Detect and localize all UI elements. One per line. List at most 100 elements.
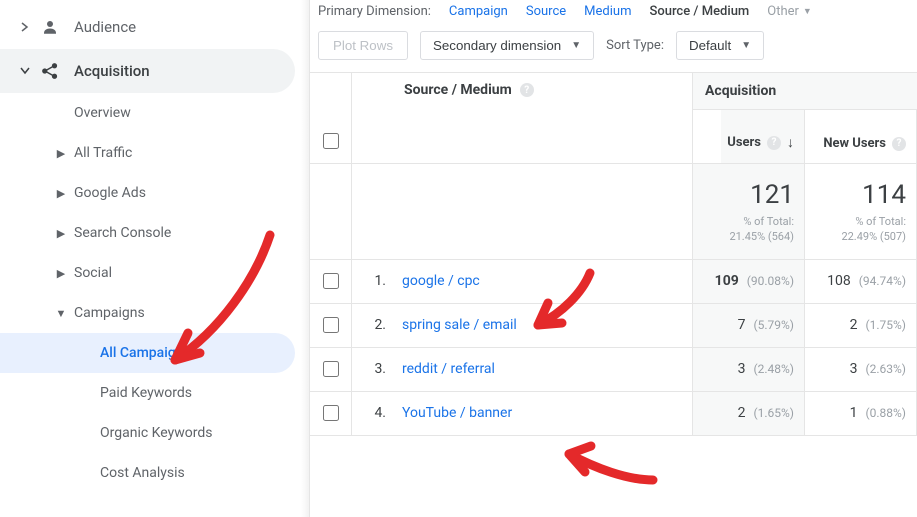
new-users-value: 2	[850, 317, 858, 333]
nav-all-traffic[interactable]: ▶ All Traffic	[0, 133, 309, 173]
new-users-value: 3	[850, 361, 858, 377]
dimension-medium[interactable]: Medium	[584, 4, 631, 19]
new-users-pct: (2.63%)	[866, 362, 906, 376]
row-checkbox-cell	[310, 392, 352, 435]
header-users[interactable]: Users ? ↓	[693, 110, 805, 164]
controls-bar: Plot Rows Secondary dimension ▼ Sort Typ…	[310, 27, 917, 72]
nav-label: Search Console	[74, 225, 171, 241]
header-source-medium[interactable]: Source / Medium ?	[352, 73, 693, 164]
nav-label: Acquisition	[74, 62, 150, 80]
sidebar: Audience Acquisition Overview ▶ All Traf…	[0, 0, 310, 517]
dimension-campaign[interactable]: Campaign	[449, 4, 508, 19]
row-users: 109(90.08%)	[693, 260, 805, 303]
dimension-source-medium[interactable]: Source / Medium	[649, 4, 749, 19]
nav-search-console[interactable]: ▶ Search Console	[0, 213, 309, 253]
nav-acquisition[interactable]: Acquisition	[0, 49, 295, 93]
new-users-value: 1	[850, 405, 858, 421]
person-icon	[38, 18, 62, 36]
row-checkbox[interactable]	[323, 273, 339, 289]
source-medium-link[interactable]: YouTube / banner	[402, 405, 512, 421]
row-checkbox-cell	[310, 260, 352, 303]
main-panel: Primary Dimension: Campaign Source Mediu…	[310, 0, 917, 517]
nav-label: Cost Analysis	[100, 465, 185, 481]
header-checkbox-cell	[310, 73, 352, 164]
nav-cost-analysis[interactable]: Cost Analysis	[0, 453, 309, 493]
chevron-down-icon	[20, 64, 30, 78]
primary-dimension-label: Primary Dimension:	[318, 4, 431, 19]
nav-label: All Campaigns	[100, 345, 191, 361]
nav-overview[interactable]: Overview	[0, 93, 309, 133]
header-new-users[interactable]: New Users ?	[805, 110, 917, 164]
caret-down-icon: ▼	[54, 307, 68, 320]
dimension-source[interactable]: Source	[526, 4, 566, 19]
data-table: Source / Medium ? Acquisition Users ? ↓	[310, 72, 917, 436]
row-users: 2(1.65%)	[693, 392, 805, 435]
new-users-pct: (1.75%)	[866, 318, 906, 332]
users-value: 109	[715, 273, 739, 289]
select-all-checkbox[interactable]	[323, 133, 339, 149]
nav-label: All Traffic	[74, 145, 132, 161]
row-new-users: 3 (2.63%)	[805, 348, 917, 391]
sort-type-label: Sort Type:	[606, 38, 664, 53]
source-medium-link[interactable]: google / cpc	[402, 273, 480, 289]
users-pct: (5.79%)	[754, 318, 794, 332]
secondary-dimension-dropdown[interactable]: Secondary dimension ▼	[420, 31, 594, 60]
row-new-users: 108 (94.74%)	[805, 260, 917, 303]
plot-rows-button[interactable]: Plot Rows	[318, 31, 408, 60]
table-row: 3. reddit / referral 3 (2.48%) 3 (2.63%)	[310, 348, 917, 392]
caret-down-icon: ▼	[571, 40, 581, 51]
sort-type-dropdown[interactable]: Default ▼	[676, 31, 764, 60]
help-icon[interactable]: ?	[892, 137, 906, 151]
new-users-pct: (0.88%)	[866, 406, 906, 420]
row-checkbox-cell	[310, 348, 352, 391]
dimension-other[interactable]: Other ▼	[767, 4, 812, 19]
caret-down-icon: ▼	[803, 6, 812, 17]
nav-paid-keywords[interactable]: Paid Keywords	[0, 373, 309, 413]
row-source: 2.spring sale / email	[352, 304, 693, 347]
source-medium-link[interactable]: spring sale / email	[402, 317, 517, 333]
row-new-users: 2 (1.75%)	[805, 304, 917, 347]
row-index: 3.	[368, 361, 386, 377]
users-value: 3	[738, 361, 746, 377]
nav-label: Google Ads	[74, 185, 146, 201]
row-index: 4.	[368, 405, 386, 421]
row-source: 4. YouTube / banner	[352, 392, 693, 435]
users-pct: (2.48%)	[754, 362, 794, 376]
sort-desc-icon: ↓	[787, 134, 794, 151]
nav-label: Campaigns	[74, 305, 145, 321]
nav-campaigns[interactable]: ▼ Campaigns	[0, 293, 309, 333]
row-users: 7 (5.79%)	[693, 304, 805, 347]
summary-row: 121 % of Total: 21.45% (564) 114 % of To…	[310, 164, 917, 260]
nav-social[interactable]: ▶ Social	[0, 253, 309, 293]
new-users-pct: (94.74%)	[859, 274, 906, 288]
share-icon	[38, 62, 62, 80]
table-row: 4. YouTube / banner 2(1.65%) 1 (0.88%)	[310, 392, 917, 436]
nav-organic-keywords[interactable]: Organic Keywords	[0, 413, 309, 453]
new-users-value: 108	[827, 273, 851, 289]
summary-users: 121 % of Total: 21.45% (564)	[693, 164, 805, 259]
primary-dimension-bar: Primary Dimension: Campaign Source Mediu…	[310, 0, 917, 27]
nav-label: Audience	[74, 18, 136, 36]
row-checkbox[interactable]	[323, 361, 339, 377]
row-checkbox[interactable]	[323, 317, 339, 333]
nav-audience[interactable]: Audience	[0, 5, 309, 49]
source-medium-link[interactable]: reddit / referral	[402, 361, 495, 377]
help-icon[interactable]: ?	[767, 136, 781, 150]
nav-all-campaigns[interactable]: All Campaigns	[0, 333, 295, 373]
row-users: 3 (2.48%)	[693, 348, 805, 391]
nav-label: Paid Keywords	[100, 385, 192, 401]
help-icon[interactable]: ?	[520, 83, 534, 97]
users-pct: (1.65%)	[754, 406, 794, 420]
acquisition-group-header: Acquisition	[693, 73, 917, 110]
row-new-users: 1 (0.88%)	[805, 392, 917, 435]
caret-right-icon: ▶	[54, 187, 68, 200]
row-checkbox[interactable]	[323, 405, 339, 421]
caret-right-icon: ▶	[54, 227, 68, 240]
caret-right-icon: ▶	[54, 147, 68, 160]
table-row: 2.spring sale / email 7 (5.79%) 2 (1.75%)	[310, 304, 917, 348]
users-value: 7	[738, 317, 746, 333]
nav-google-ads[interactable]: ▶ Google Ads	[0, 173, 309, 213]
table-row: 1.google / cpc109(90.08%)108(94.74%)	[310, 260, 917, 304]
caret-down-icon: ▼	[741, 40, 751, 51]
nav-label: Organic Keywords	[100, 425, 212, 441]
